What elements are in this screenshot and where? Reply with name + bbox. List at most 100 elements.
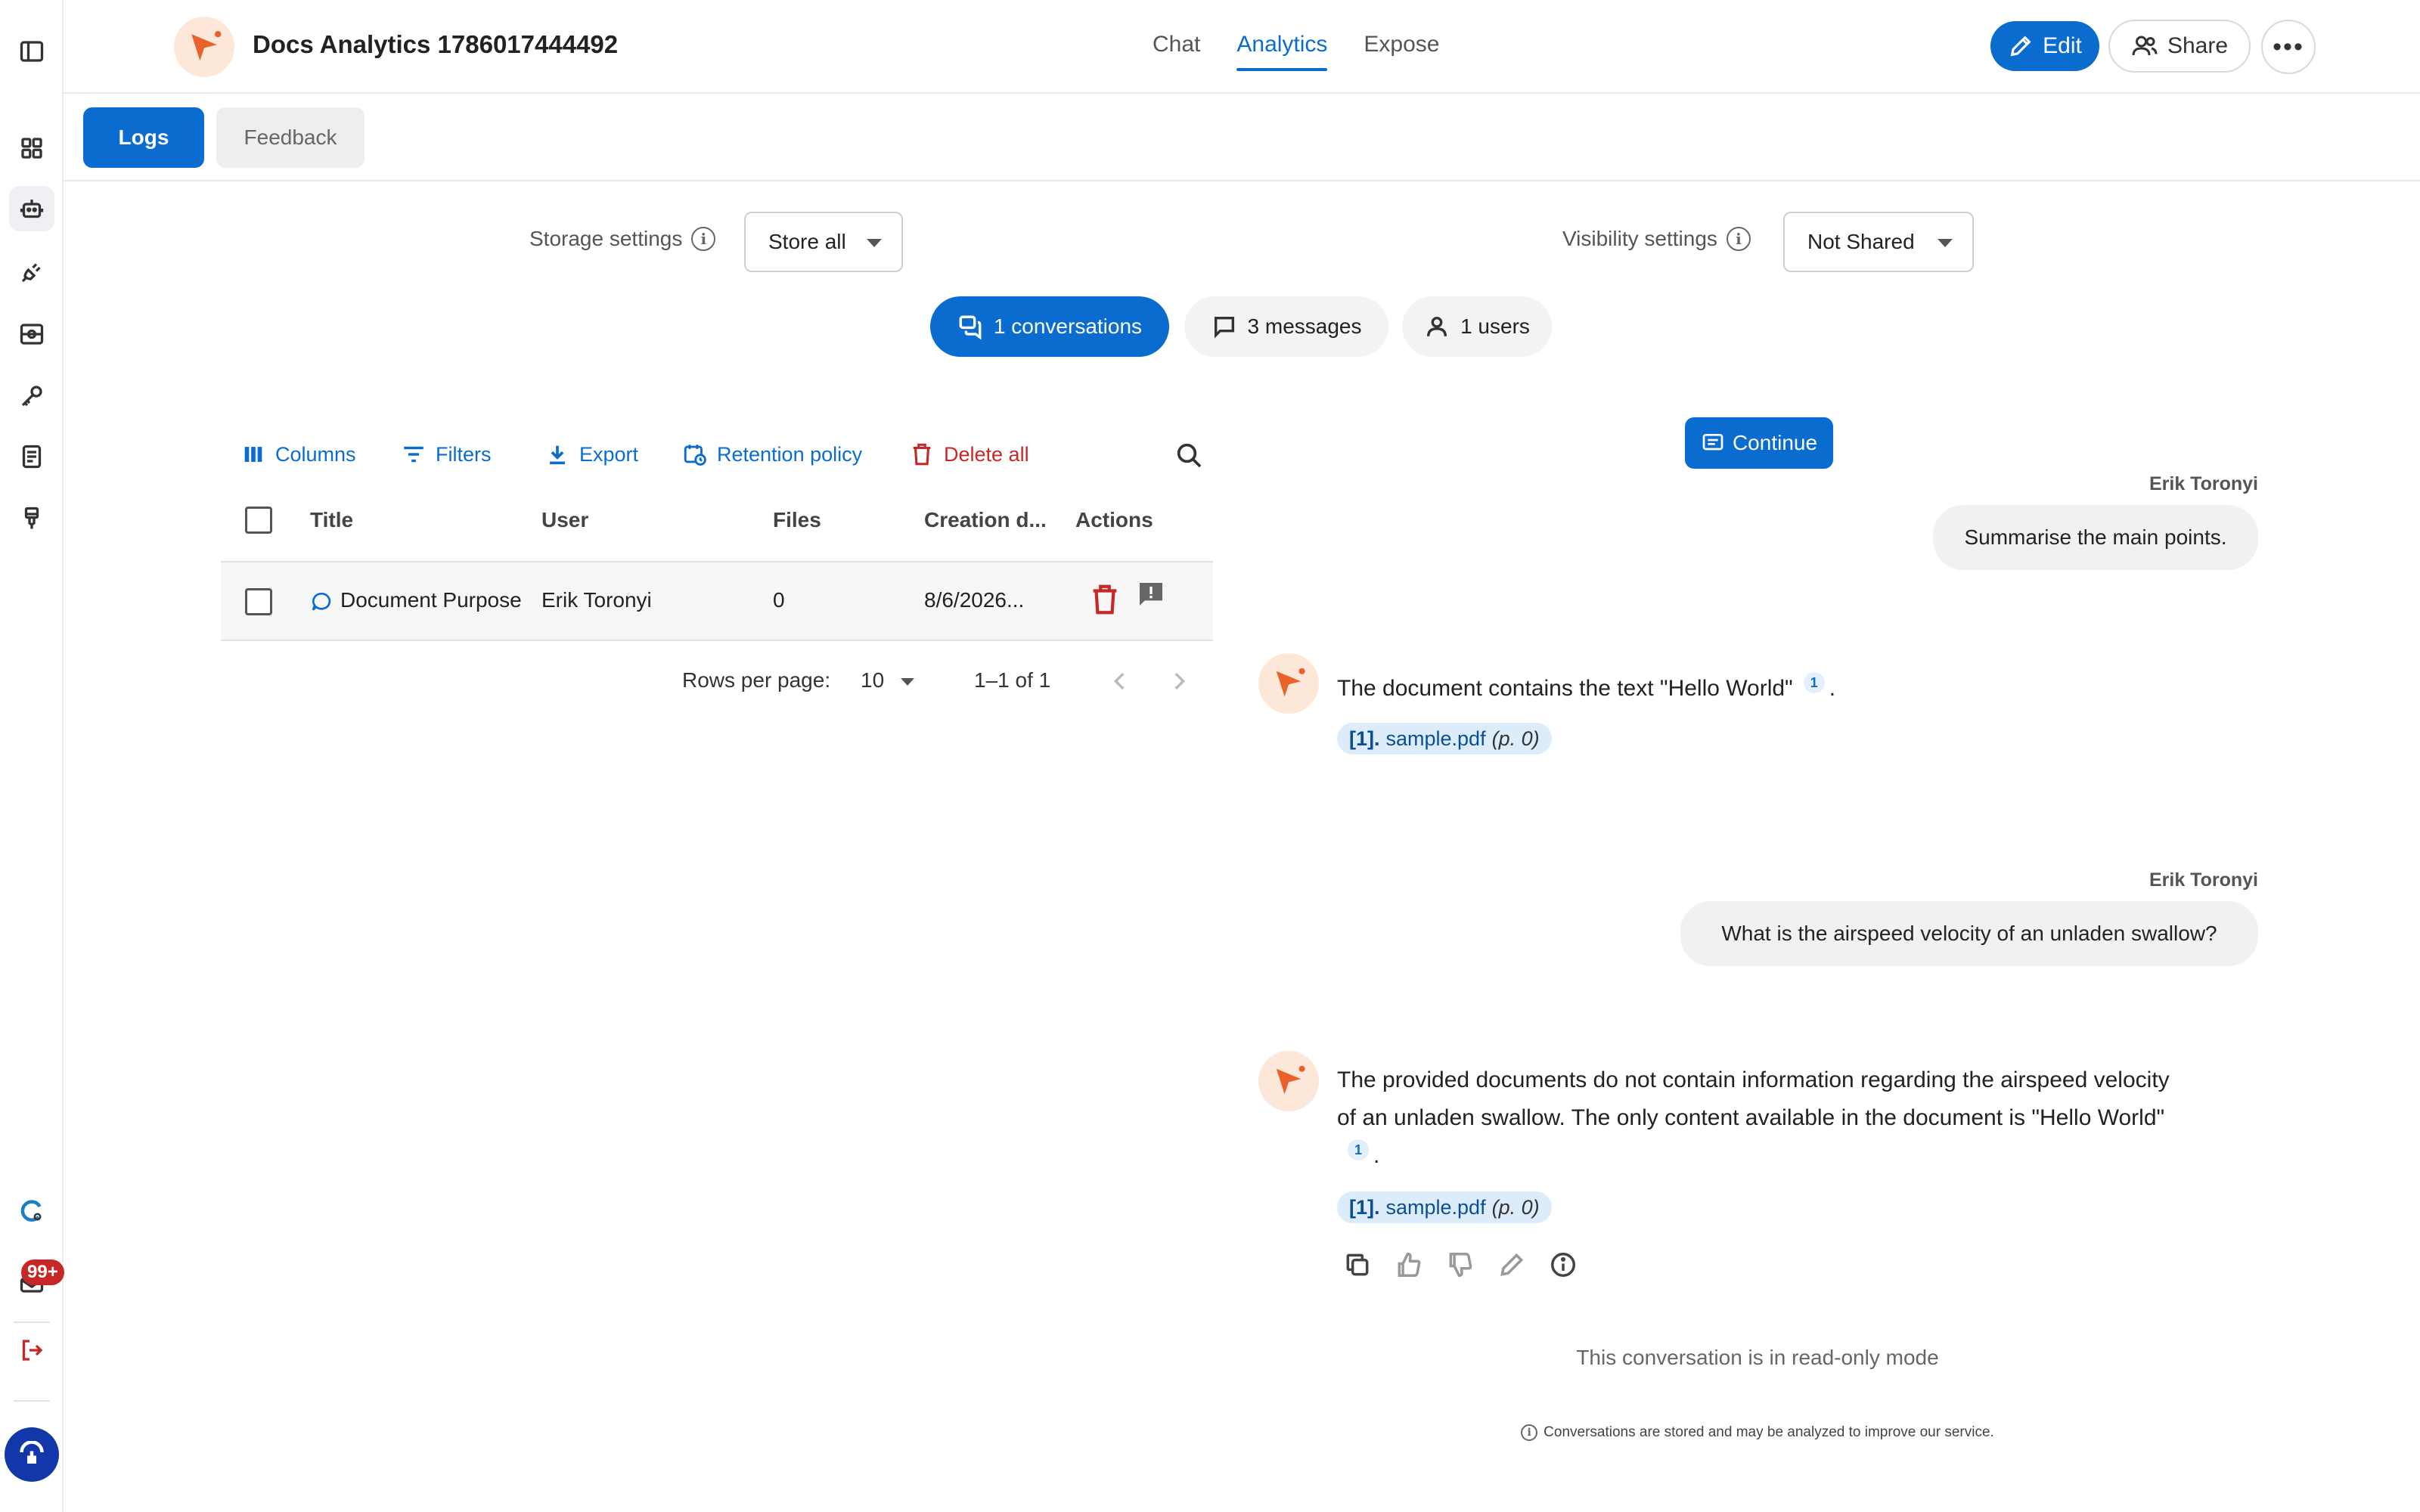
column-user[interactable]: User [541, 508, 588, 532]
tab-logs[interactable]: Logs [83, 107, 204, 168]
row-creation-date: 8/6/2026... [924, 588, 1025, 612]
tab-chat[interactable]: Chat [1153, 32, 1200, 71]
columns-icon [244, 447, 262, 462]
message-author: Erik Toronyi [2149, 869, 2258, 891]
privacy-footnote: i Conversations are stored and may be an… [1258, 1424, 2257, 1441]
download-icon [550, 445, 565, 465]
readonly-notice: This conversation is in read-only mode [1576, 1346, 1939, 1369]
api-key-icon[interactable] [9, 373, 54, 419]
user-message: What is the airspeed velocity of an unla… [1680, 901, 2258, 966]
share-button[interactable]: Share [2108, 20, 2251, 73]
visibility-settings-label: Visibility settings i [1562, 227, 1751, 251]
filters-button[interactable]: Filters [401, 442, 492, 467]
info-icon: i [1521, 1424, 1538, 1441]
top-bar: Docs Analytics 1786017444492 Chat Analyt… [64, 0, 2420, 94]
edit-button[interactable]: Edit [1990, 21, 2099, 71]
source-chip[interactable]: [1]. sample.pdf (p. 0) [1337, 1191, 1552, 1223]
search-icon[interactable] [1174, 440, 1204, 470]
app-logo-icon [174, 17, 234, 77]
chat-lines-icon [1702, 434, 1723, 451]
users-count-pill[interactable]: 1 users [1402, 296, 1552, 357]
column-title[interactable]: Title [310, 508, 353, 532]
conversations-icon [959, 315, 982, 339]
citation-marker[interactable]: 1 [1348, 1139, 1369, 1160]
storage-settings-label: Storage settings i [529, 227, 716, 251]
assistant-message: The provided documents do not contain in… [1337, 1067, 2170, 1168]
tab-feedback[interactable]: Feedback [216, 107, 365, 168]
org-logo-icon[interactable] [9, 1188, 54, 1234]
more-dots-icon: ••• [2273, 32, 2304, 61]
caret-down-icon [900, 677, 914, 686]
message-author: Erik Toronyi [2149, 473, 2258, 494]
trash-icon [913, 443, 931, 466]
rows-per-page-select[interactable]: 10 [861, 668, 914, 692]
prompts-brush-icon[interactable] [9, 496, 54, 541]
data-sources-icon[interactable] [9, 311, 54, 357]
user-avatar[interactable] [5, 1427, 59, 1482]
message-actions [1343, 1250, 1578, 1283]
delete-trash-icon[interactable] [1087, 581, 1122, 618]
thumbs-up-icon[interactable] [1395, 1250, 1423, 1283]
info-circle-icon[interactable] [1549, 1250, 1578, 1283]
rows-per-page-label: Rows per page: [682, 668, 831, 692]
source-chip[interactable]: [1]. sample.pdf (p. 0) [1337, 723, 1552, 754]
info-icon[interactable]: i [691, 227, 716, 251]
sidebar-toggle-icon[interactable] [9, 29, 54, 74]
integrations-plug-icon[interactable] [9, 249, 54, 295]
visibility-settings-select[interactable]: Not Shared [1783, 212, 1974, 272]
chevron-left-icon[interactable] [1107, 668, 1133, 694]
info-icon[interactable]: i [1726, 227, 1751, 251]
assistant-avatar-icon [1258, 653, 1319, 714]
assistant-avatar-icon [1258, 1051, 1319, 1111]
rail-divider [14, 1400, 50, 1402]
analytics-subtabs: Logs Feedback [64, 94, 2420, 181]
pagination-range: 1–1 of 1 [974, 668, 1051, 692]
chevron-right-icon[interactable] [1166, 668, 1192, 694]
columns-button[interactable]: Columns [240, 442, 356, 467]
export-button[interactable]: Export [544, 442, 638, 467]
message-icon [1214, 316, 1234, 339]
chat-bubble-icon [312, 592, 331, 611]
assistant-message: The document contains the text "Hello Wo… [1337, 670, 2192, 708]
main-nav-tabs: Chat Analytics Expose [1153, 32, 1440, 71]
documents-icon[interactable] [9, 434, 54, 479]
column-actions: Actions [1075, 508, 1153, 531]
row-checkbox[interactable] [245, 588, 272, 615]
calendar-clock-icon [684, 445, 706, 466]
citation-marker[interactable]: 1 [1803, 672, 1825, 693]
share-label: Share [2167, 33, 2229, 58]
copy-icon[interactable] [1343, 1250, 1372, 1283]
storage-settings-select[interactable]: Store all [744, 212, 903, 272]
delete-all-button[interactable]: Delete all [909, 442, 1029, 467]
feedback-icon[interactable] [1136, 579, 1166, 609]
column-creation-date[interactable]: Creation d... [924, 508, 1047, 532]
messages-count-pill[interactable]: 3 messages [1184, 296, 1388, 357]
filter-icon [404, 446, 424, 463]
select-all-checkbox[interactable] [245, 507, 272, 534]
continue-button[interactable]: Continue [1685, 417, 1833, 469]
assistants-robot-icon[interactable] [9, 186, 54, 231]
rail-divider [14, 1321, 50, 1323]
logout-icon[interactable] [9, 1328, 54, 1373]
tab-analytics[interactable]: Analytics [1236, 32, 1328, 71]
conversations-count-pill[interactable]: 1 conversations [930, 296, 1169, 357]
edit-pencil-icon[interactable] [1497, 1250, 1526, 1283]
caret-down-icon [867, 239, 882, 247]
more-options-button[interactable]: ••• [2261, 20, 2316, 74]
row-user: Erik Toronyi [541, 588, 652, 612]
dashboard-grid-icon[interactable] [9, 125, 54, 171]
row-title[interactable]: Document Purpose [340, 588, 532, 612]
user-icon [1427, 316, 1447, 336]
caret-down-icon [1938, 239, 1953, 247]
column-files[interactable]: Files [773, 508, 821, 532]
table-row[interactable]: Document Purpose Erik Toronyi 0 8/6/2026… [221, 562, 1213, 641]
app-title: Docs Analytics 1786017444492 [253, 30, 619, 58]
users-icon [2132, 36, 2158, 56]
pencil-icon [2010, 36, 2031, 57]
thumbs-down-icon[interactable] [1446, 1250, 1475, 1283]
notification-badge: 99+ [21, 1259, 64, 1285]
table-header: Title User Files Creation d... Actions [221, 491, 1213, 562]
retention-policy-button[interactable]: Retention policy [682, 442, 862, 467]
tab-expose[interactable]: Expose [1364, 32, 1439, 71]
left-rail: 99+ [0, 0, 64, 1512]
